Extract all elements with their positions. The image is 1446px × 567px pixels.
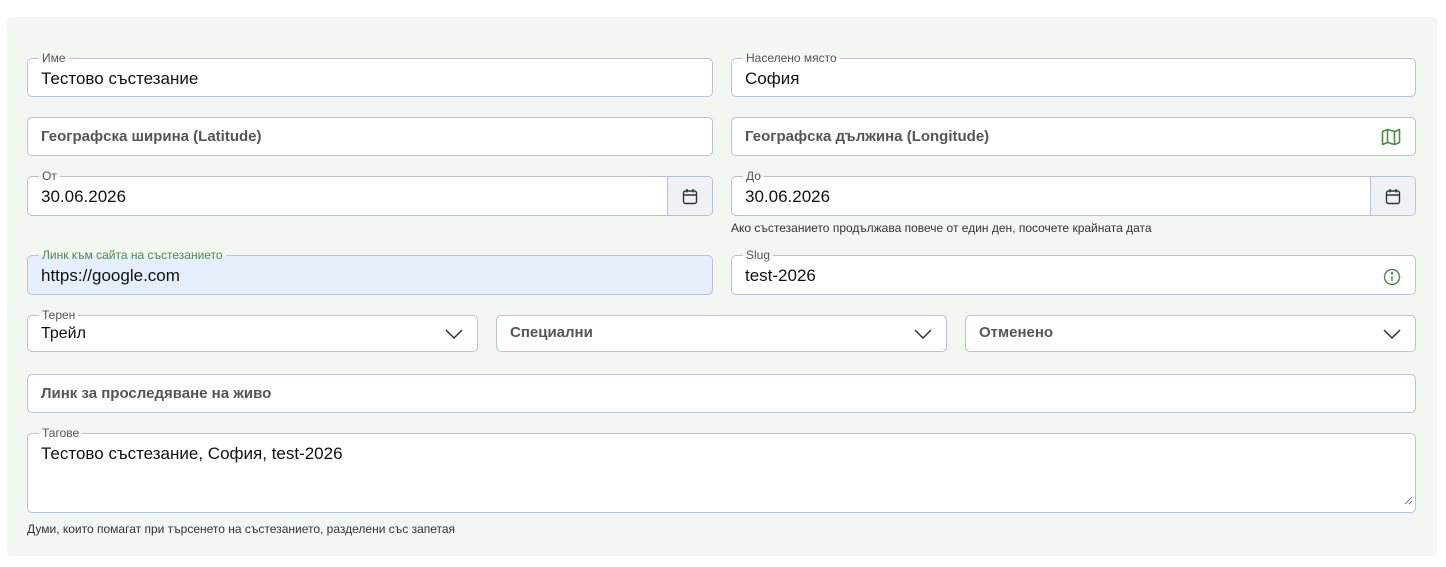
- chevron-down-icon: [1383, 328, 1401, 339]
- tags-label: Тагове: [39, 426, 83, 440]
- city-value: София: [745, 69, 800, 88]
- date-from-value: 30.06.2026: [41, 187, 127, 206]
- terrain-select[interactable]: Терен Трейл: [27, 308, 478, 352]
- city-label: Населено място: [743, 51, 840, 65]
- info-icon: [1383, 268, 1401, 286]
- slug-label: Slug: [743, 248, 774, 262]
- slug-field[interactable]: Slug test-2026: [731, 248, 1416, 295]
- longitude-placeholder: Географска дължина (Longitude): [745, 128, 990, 145]
- chevron-down-icon: [914, 328, 932, 339]
- website-value: https://google.com: [41, 266, 180, 285]
- status-select[interactable]: Отменено: [965, 315, 1416, 352]
- website-label: Линк към сайта на състезанието: [39, 248, 226, 262]
- status-placeholder: Отменено: [979, 324, 1054, 341]
- tags-value: Тестово състезание, София, test-2026: [41, 444, 343, 463]
- date-to-helper: Ако състезанието продължава повече от ед…: [731, 221, 1152, 235]
- city-field[interactable]: Населено място София: [731, 51, 1416, 97]
- live-tracking-placeholder: Линк за проследяване на живо: [41, 385, 272, 402]
- special-select[interactable]: Специални: [496, 315, 947, 352]
- date-to-label: До: [743, 169, 764, 183]
- date-to-calendar-button[interactable]: [1370, 177, 1415, 215]
- website-field[interactable]: Линк към сайта на състезанието https://g…: [27, 248, 713, 295]
- terrain-label: Терен: [39, 308, 79, 322]
- chevron-down-icon: [445, 328, 463, 339]
- latitude-placeholder: Географска ширина (Latitude): [41, 128, 262, 145]
- longitude-field[interactable]: Географска дължина (Longitude): [731, 117, 1416, 156]
- tags-helper: Думи, които помагат при търсенето на със…: [27, 522, 456, 536]
- slug-value: test-2026: [745, 266, 816, 285]
- name-value: Тестово състезание: [41, 69, 199, 88]
- calendar-icon: [682, 188, 698, 204]
- special-placeholder: Специални: [510, 324, 593, 341]
- latitude-field[interactable]: Географска ширина (Latitude): [27, 117, 713, 156]
- date-to-field[interactable]: До 30.06.2026: [731, 169, 1416, 216]
- name-field[interactable]: Име Тестово състезание: [27, 51, 713, 97]
- date-from-calendar-button[interactable]: [667, 177, 712, 215]
- resize-handle-icon[interactable]: [1404, 492, 1413, 510]
- date-from-field[interactable]: От 30.06.2026: [27, 169, 713, 216]
- date-to-value: 30.06.2026: [745, 187, 831, 206]
- map-icon[interactable]: [1381, 128, 1401, 146]
- date-from-label: От: [39, 169, 60, 183]
- tags-textarea[interactable]: Тагове Тестово състезание, София, test-2…: [27, 426, 1416, 513]
- calendar-icon: [1385, 188, 1401, 204]
- live-tracking-field[interactable]: Линк за проследяване на живо: [27, 374, 1416, 413]
- terrain-value: Трейл: [41, 325, 86, 342]
- name-label: Име: [39, 51, 69, 65]
